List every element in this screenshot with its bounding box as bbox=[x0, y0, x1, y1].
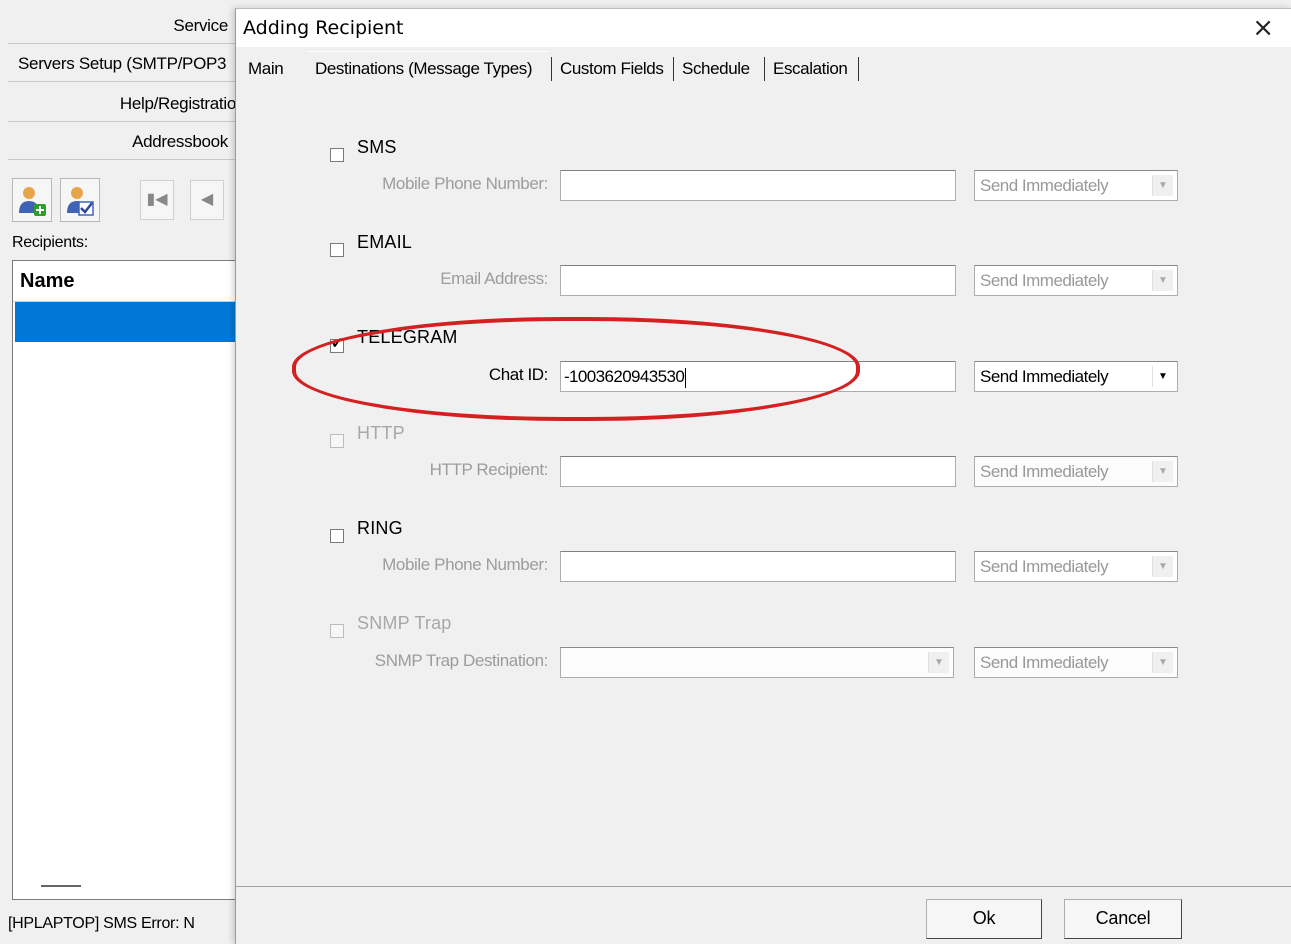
snmp-trap-label: SNMP Trap bbox=[357, 613, 452, 633]
ring-field-label: Mobile Phone Number: bbox=[382, 555, 548, 574]
sms-schedule-value: Send Immediately bbox=[980, 176, 1109, 195]
email-address-input[interactable] bbox=[560, 265, 956, 296]
ring-schedule-value: Send Immediately bbox=[980, 557, 1109, 576]
snmp-schedule-value: Send Immediately bbox=[980, 653, 1109, 672]
list-scrollbar[interactable] bbox=[41, 885, 81, 887]
dialog-titlebar: Adding Recipient × bbox=[236, 9, 1291, 47]
http-label: HTTP bbox=[357, 423, 405, 443]
tab-schedule[interactable]: Schedule bbox=[682, 55, 750, 83]
tab-separator bbox=[673, 57, 674, 81]
name-column-header[interactable]: Name bbox=[13, 261, 235, 302]
destinations-panel: SMS Mobile Phone Number: Send Immediatel… bbox=[236, 85, 1291, 885]
chevron-down-icon[interactable]: ▼ bbox=[1152, 461, 1173, 482]
nav-service-button[interactable]: Service bbox=[8, 8, 236, 44]
http-schedule-select[interactable]: Send Immediately ▼ bbox=[974, 456, 1178, 487]
sms-phone-input[interactable] bbox=[560, 170, 956, 201]
ring-checkbox[interactable] bbox=[330, 529, 344, 543]
tab-separator bbox=[858, 57, 859, 81]
email-schedule-select[interactable]: Send Immediately ▼ bbox=[974, 265, 1178, 296]
red-highlight-annotation bbox=[292, 317, 860, 421]
ok-button[interactable]: Ok bbox=[926, 899, 1042, 939]
sms-label: SMS bbox=[357, 137, 397, 157]
prev-record-icon[interactable]: ◀ bbox=[190, 180, 224, 220]
chevron-down-icon[interactable]: ▼ bbox=[1152, 366, 1173, 387]
chevron-down-icon[interactable]: ▼ bbox=[1152, 556, 1173, 577]
adding-recipient-dialog: Adding Recipient × Main Destinations (Me… bbox=[235, 8, 1291, 944]
nav-servers-setup-button[interactable]: Servers Setup (SMTP/POP3 bbox=[8, 46, 236, 82]
nav-help-registration-button[interactable]: Help/Registratio bbox=[8, 86, 236, 122]
http-recipient-input[interactable] bbox=[560, 456, 956, 487]
chevron-down-icon[interactable]: ▼ bbox=[1152, 270, 1173, 291]
add-user-icon[interactable] bbox=[12, 178, 52, 222]
chevron-down-icon[interactable]: ▼ bbox=[1152, 175, 1173, 196]
sms-field-label: Mobile Phone Number: bbox=[382, 174, 548, 193]
email-schedule-value: Send Immediately bbox=[980, 271, 1109, 290]
recipients-label: Recipients: bbox=[12, 234, 88, 251]
footer-divider bbox=[236, 886, 1291, 887]
selected-list-item[interactable] bbox=[15, 302, 235, 342]
edit-user-icon[interactable] bbox=[60, 178, 100, 222]
email-checkbox[interactable] bbox=[330, 243, 344, 257]
recipients-list[interactable]: Name bbox=[12, 260, 236, 900]
email-label: EMAIL bbox=[357, 232, 413, 252]
status-bar-text: [HPLAPTOP] SMS Error: N bbox=[8, 915, 195, 932]
tab-main[interactable]: Main bbox=[248, 55, 284, 83]
ring-label: RING bbox=[357, 518, 403, 538]
ring-schedule-select[interactable]: Send Immediately ▼ bbox=[974, 551, 1178, 582]
http-schedule-value: Send Immediately bbox=[980, 462, 1109, 481]
snmp-trap-destination-select[interactable]: ▼ bbox=[560, 647, 954, 678]
snmp-trap-checkbox[interactable] bbox=[330, 624, 344, 638]
snmp-schedule-select[interactable]: Send Immediately ▼ bbox=[974, 647, 1178, 678]
chevron-down-icon[interactable]: ▼ bbox=[928, 652, 949, 673]
telegram-schedule-value: Send Immediately bbox=[980, 367, 1109, 386]
http-checkbox[interactable] bbox=[330, 434, 344, 448]
addressbook-toolbar: ▮◀ ◀ bbox=[8, 170, 236, 228]
tab-destinations[interactable]: Destinations (Message Types) bbox=[315, 55, 533, 83]
email-field-label: Email Address: bbox=[440, 269, 548, 288]
tab-strip: Main Destinations (Message Types) Custom… bbox=[236, 49, 1291, 88]
dialog-title: Adding Recipient bbox=[243, 17, 404, 39]
first-record-icon[interactable]: ▮◀ bbox=[140, 180, 174, 220]
tab-escalation[interactable]: Escalation bbox=[773, 55, 848, 83]
close-icon[interactable]: × bbox=[1252, 13, 1274, 43]
chevron-down-icon[interactable]: ▼ bbox=[1152, 652, 1173, 673]
cancel-button[interactable]: Cancel bbox=[1064, 899, 1182, 939]
telegram-schedule-select[interactable]: Send Immediately ▼ bbox=[974, 361, 1178, 392]
tab-separator bbox=[551, 57, 552, 81]
ring-phone-input[interactable] bbox=[560, 551, 956, 582]
tab-custom-fields[interactable]: Custom Fields bbox=[560, 55, 664, 83]
http-field-label: HTTP Recipient: bbox=[429, 460, 549, 479]
sms-checkbox[interactable] bbox=[330, 148, 344, 162]
tab-separator bbox=[764, 57, 765, 81]
snmp-trap-field-label: SNMP Trap Destination: bbox=[374, 651, 549, 670]
nav-addressbook-button[interactable]: Addressbook bbox=[8, 124, 236, 160]
sms-schedule-select[interactable]: Send Immediately ▼ bbox=[974, 170, 1178, 201]
